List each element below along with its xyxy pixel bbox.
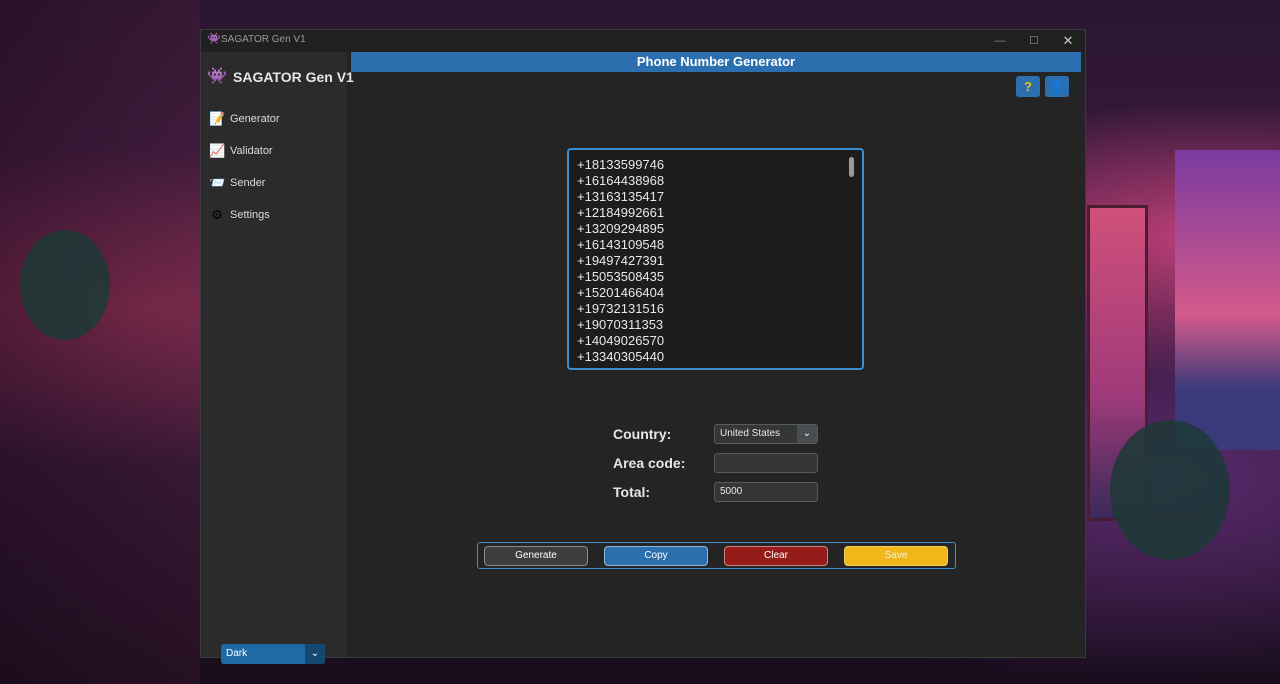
list-item: +19070311353 xyxy=(577,317,664,332)
action-button-group: Generate Copy Clear Save xyxy=(477,542,956,569)
sidebar-item-sender[interactable]: 📨 Sender xyxy=(209,175,339,193)
sidebar-item-label: Generator xyxy=(230,113,280,125)
sidebar-item-validator[interactable]: 📈 Validator xyxy=(209,143,339,161)
list-item: +18133599746 xyxy=(577,157,665,172)
page-title: Phone Number Generator xyxy=(636,54,796,69)
background-plant xyxy=(20,230,110,340)
alien-icon: 👾 xyxy=(207,68,227,85)
numbers-list: +18133599746 +16164438968 +13163135417 +… xyxy=(569,157,664,365)
total-label: Total: xyxy=(613,484,651,500)
validator-icon: 📈 xyxy=(209,143,226,158)
country-label: Country: xyxy=(613,426,672,442)
scrollbar[interactable] xyxy=(849,157,854,177)
save-button[interactable]: Save xyxy=(844,546,948,566)
profile-icon: 👤 xyxy=(1048,79,1066,94)
brand-name: SAGATOR Gen V1 xyxy=(233,69,354,85)
list-item: +19732131516 xyxy=(577,301,665,316)
list-item: +19497427391 xyxy=(577,253,665,268)
theme-select-value: Dark xyxy=(226,648,248,659)
list-item: +13163135417 xyxy=(577,189,665,204)
chevron-down-icon[interactable]: ⌄ xyxy=(305,644,325,664)
area-code-field[interactable] xyxy=(714,453,818,473)
background-plant xyxy=(1110,420,1230,560)
sidebar: 👾 SAGATOR Gen V1 📝 Generator 📈 Validator… xyxy=(201,52,354,664)
sidebar-item-label: Settings xyxy=(230,209,270,221)
list-item: +14049026570 xyxy=(577,333,665,348)
sidebar-item-label: Validator xyxy=(230,145,273,157)
sidebar-item-label: Sender xyxy=(230,177,266,189)
generate-button[interactable]: Generate xyxy=(484,546,588,566)
total-value: 5000 xyxy=(720,486,743,497)
sidebar-item-generator[interactable]: 📝 Generator xyxy=(209,111,339,129)
background-wallpaper xyxy=(0,0,200,684)
sender-icon: 📨 xyxy=(209,175,226,190)
title-bar: 👾 SAGATOR Gen V1 — ☐ ✕ xyxy=(201,30,1085,52)
generator-icon: 📝 xyxy=(209,111,226,126)
list-item: +13209294895 xyxy=(577,221,665,236)
list-item: +12184992661 xyxy=(577,205,665,220)
settings-icon: ⚙ xyxy=(211,207,223,222)
minimize-button[interactable]: — xyxy=(983,30,1017,52)
maximize-button[interactable]: ☐ xyxy=(1017,30,1051,52)
country-select[interactable]: United States ⌄ xyxy=(714,424,818,444)
header-bar: Phone Number Generator xyxy=(351,52,1081,72)
theme-select[interactable]: Dark ⌄ xyxy=(221,644,325,664)
list-item: +16164438968 xyxy=(577,173,665,188)
list-item: +15053508435 xyxy=(577,269,665,284)
list-item: +13340305440 xyxy=(577,349,665,364)
clear-button[interactable]: Clear xyxy=(724,546,828,566)
sidebar-item-settings[interactable]: ⚙ Settings xyxy=(209,207,339,225)
numbers-output[interactable]: +18133599746 +16164438968 +13163135417 +… xyxy=(567,148,864,370)
list-item: +16143109548 xyxy=(577,237,665,252)
list-item: +15201466404 xyxy=(577,285,665,300)
area-code-label: Area code: xyxy=(613,455,686,471)
copy-button[interactable]: Copy xyxy=(604,546,708,566)
window-title: SAGATOR Gen V1 xyxy=(221,34,306,45)
app-icon: 👾 xyxy=(207,33,221,45)
help-button[interactable]: ? xyxy=(1016,76,1040,97)
profile-button[interactable]: 👤 xyxy=(1045,76,1069,97)
country-select-value: United States xyxy=(720,428,781,439)
app-window: 👾 SAGATOR Gen V1 — ☐ ✕ 👾 SAGATOR Gen V1 … xyxy=(200,29,1086,664)
total-field[interactable]: 5000 xyxy=(714,482,818,502)
close-button[interactable]: ✕ xyxy=(1051,30,1085,52)
background-window xyxy=(1175,150,1280,450)
help-icon: ? xyxy=(1024,79,1032,94)
chevron-down-icon[interactable]: ⌄ xyxy=(797,425,817,443)
